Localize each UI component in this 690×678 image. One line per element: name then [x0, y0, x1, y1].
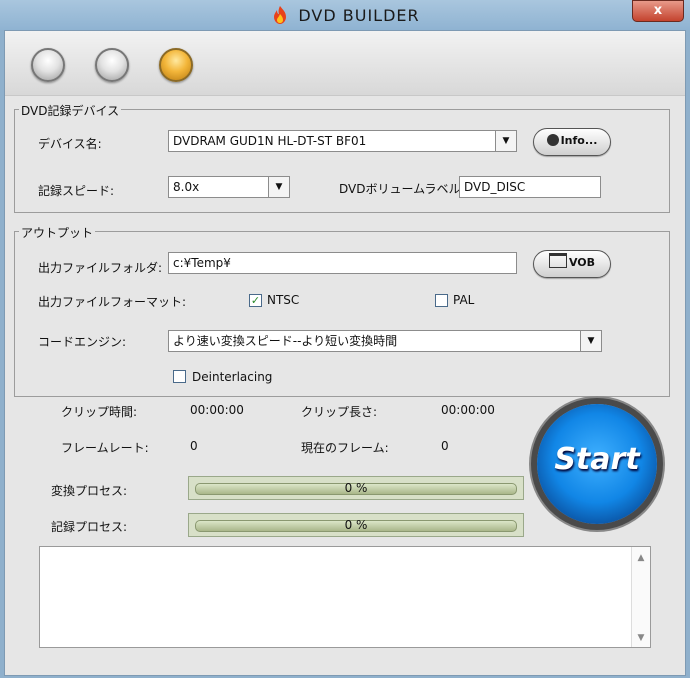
speed-select-value: 8.0x	[173, 180, 200, 194]
record-progress-label: 記録プロセス:	[51, 520, 128, 534]
device-select-value: DVDRAM GUD1N HL-DT-ST BF01	[173, 134, 367, 148]
format-label: 出力ファイルフォーマット:	[38, 295, 187, 309]
engine-label: コードエンジン:	[38, 335, 127, 349]
log-scrollbar[interactable]: ▲ ▼	[631, 547, 650, 647]
window-title: DVD BUILDER	[0, 5, 690, 25]
volume-input[interactable]: DVD_DISC	[459, 176, 601, 198]
chevron-down-icon[interactable]: ▼	[495, 131, 516, 151]
record-progress-value: 0 %	[344, 518, 368, 532]
folder-input[interactable]: c:¥Temp¥	[168, 252, 517, 274]
client-area: DVD記録デバイス デバイス名: DVDRAM GUD1N HL-DT-ST B…	[4, 30, 686, 676]
start-button-label: Start	[554, 442, 640, 477]
frame-rate-label: フレームレート:	[61, 441, 149, 455]
engine-select[interactable]: より速い変換スピード--より短い変換時間 ▼	[168, 330, 602, 352]
info-button[interactable]: Info...	[533, 128, 611, 156]
vob-button[interactable]: VOB	[533, 250, 611, 278]
deinterlacing-checkbox[interactable]	[173, 370, 186, 383]
mode-orb-2[interactable]	[95, 48, 129, 82]
title-bar: DVD BUILDER x	[0, 0, 690, 30]
speed-select[interactable]: 8.0x ▼	[168, 176, 290, 198]
clip-length-value: 00:00:00	[441, 403, 495, 417]
close-button[interactable]: x	[632, 0, 684, 22]
chevron-down-icon[interactable]: ▼	[268, 177, 289, 197]
convert-progress-label: 変換プロセス:	[51, 484, 128, 498]
info-button-label: Info...	[560, 134, 598, 147]
deinterlacing-label: Deinterlacing	[192, 370, 273, 384]
clip-time-label: クリップ時間:	[61, 405, 138, 419]
ntsc-checkbox[interactable]: ✓	[249, 294, 262, 307]
scroll-up-icon[interactable]: ▲	[632, 553, 650, 563]
mode-orb-1[interactable]	[31, 48, 65, 82]
convert-progress-bar: 0 %	[188, 476, 524, 500]
pal-label: PAL	[453, 293, 475, 307]
flame-icon	[274, 6, 287, 24]
folder-icon	[548, 253, 567, 268]
ntsc-label: NTSC	[267, 293, 300, 307]
scroll-down-icon[interactable]: ▼	[632, 633, 650, 643]
pal-checkbox[interactable]	[435, 294, 448, 307]
chevron-down-icon[interactable]: ▼	[580, 331, 601, 351]
engine-select-value: より速い変換スピード--より短い変換時間	[173, 334, 398, 348]
mode-orb-3[interactable]	[159, 48, 193, 82]
top-toolbar	[5, 31, 685, 96]
device-group: DVD記録デバイス デバイス名: DVDRAM GUD1N HL-DT-ST B…	[14, 102, 670, 213]
frame-rate-value: 0	[190, 439, 198, 453]
device-name-label: デバイス名:	[38, 137, 102, 151]
speed-label: 記録スピード:	[38, 184, 115, 198]
convert-progress-value: 0 %	[344, 481, 368, 495]
log-area[interactable]: ▲ ▼	[39, 546, 651, 648]
folder-label: 出力ファイルフォルダ:	[38, 261, 163, 275]
clip-length-label: クリップ長さ:	[301, 405, 378, 419]
disc-icon	[546, 134, 559, 146]
current-frame-label: 現在のフレーム:	[301, 441, 389, 455]
device-select[interactable]: DVDRAM GUD1N HL-DT-ST BF01 ▼	[168, 130, 517, 152]
window-title-text: DVD BUILDER	[298, 6, 420, 25]
current-frame-value: 0	[441, 439, 449, 453]
start-button[interactable]: Start	[537, 404, 657, 524]
vob-button-label: VOB	[568, 256, 596, 269]
output-group: アウトプット 出力ファイルフォルダ: c:¥Temp¥ VOB 出力ファイルフォ…	[14, 224, 670, 397]
record-progress-bar: 0 %	[188, 513, 524, 537]
clip-time-value: 00:00:00	[190, 403, 244, 417]
device-group-label: DVD記録デバイス	[19, 102, 122, 119]
volume-label: DVDボリュームラベル:	[339, 182, 465, 196]
app-window: DVD BUILDER x DVD記録デバイス デバイス名: DVDRAM GU…	[0, 0, 690, 678]
output-group-label: アウトプット	[19, 224, 96, 241]
